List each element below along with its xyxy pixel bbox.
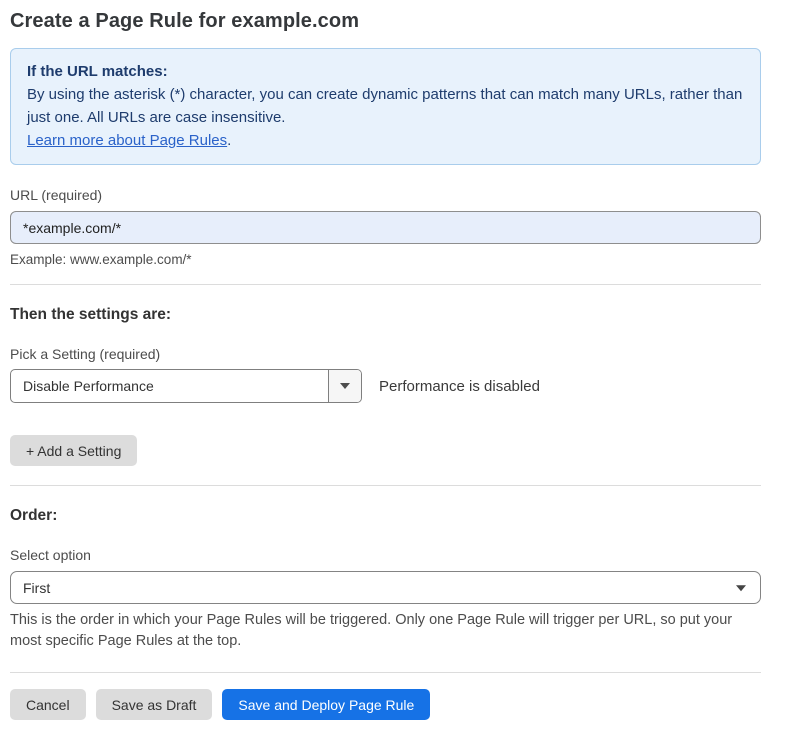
settings-section-heading: Then the settings are: <box>10 306 761 324</box>
page-title: Create a Page Rule for example.com <box>10 10 761 33</box>
create-page-rule-form: Create a Page Rule for example.com If th… <box>0 0 790 734</box>
setting-select-arrow-segment[interactable] <box>328 370 361 402</box>
divider <box>10 672 761 673</box>
pick-setting-label: Pick a Setting (required) <box>10 346 761 362</box>
url-matches-info-box: If the URL matches: By using the asteris… <box>10 48 761 165</box>
save-as-draft-button[interactable]: Save as Draft <box>96 689 213 720</box>
learn-more-link[interactable]: Learn more about Page Rules <box>27 132 227 149</box>
order-select-label: Select option <box>10 547 761 563</box>
order-select-value: First <box>23 580 50 596</box>
info-box-heading: If the URL matches: <box>27 60 744 83</box>
add-setting-button[interactable]: + Add a Setting <box>10 435 137 466</box>
setting-select[interactable]: Disable Performance <box>10 369 362 403</box>
info-box-link-line: Learn more about Page Rules. <box>27 129 744 152</box>
setting-row: Disable Performance Performance is disab… <box>10 369 761 403</box>
order-select[interactable]: First <box>10 571 761 604</box>
link-suffix: . <box>227 132 231 149</box>
info-box-body: By using the asterisk (*) character, you… <box>27 83 744 129</box>
save-and-deploy-button[interactable]: Save and Deploy Page Rule <box>222 689 430 720</box>
footer-actions: Cancel Save as Draft Save and Deploy Pag… <box>10 689 761 720</box>
caret-down-icon <box>340 383 350 389</box>
cancel-button[interactable]: Cancel <box>10 689 86 720</box>
caret-down-icon <box>736 585 746 591</box>
url-label: URL (required) <box>10 187 761 203</box>
url-input[interactable] <box>10 211 761 244</box>
divider <box>10 485 761 486</box>
divider <box>10 284 761 285</box>
setting-select-value: Disable Performance <box>11 370 328 402</box>
order-section-heading: Order: <box>10 507 761 525</box>
setting-status-text: Performance is disabled <box>379 378 540 395</box>
order-description: This is the order in which your Page Rul… <box>10 610 761 652</box>
url-example-hint: Example: www.example.com/* <box>10 252 761 267</box>
